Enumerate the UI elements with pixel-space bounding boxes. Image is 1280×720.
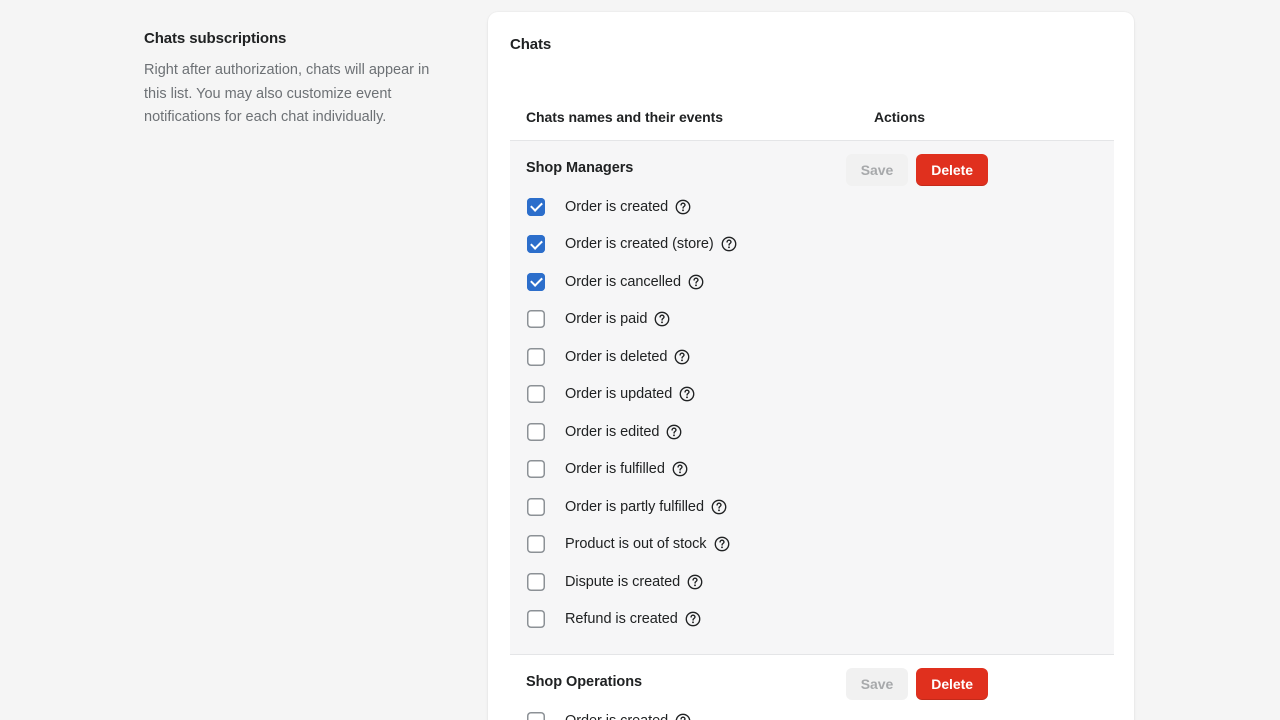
chats-card: Chats Chats names and their events Actio… <box>488 12 1134 720</box>
event-label: Order is created <box>565 713 668 720</box>
column-header-actions: Actions <box>874 109 925 125</box>
card-title: Chats <box>510 36 552 53</box>
event-label: Product is out of stock <box>565 536 707 553</box>
event-row: Refund is created <box>526 601 1098 639</box>
section-description: Right after authorization, chats will ap… <box>144 62 430 125</box>
event-label: Order is created <box>565 198 669 215</box>
event-label: Order is created (store) <box>565 236 714 253</box>
event-row: Order is created <box>526 702 1098 720</box>
event-checkbox[interactable] <box>527 272 545 291</box>
question-mark-circle-icon[interactable] <box>672 461 688 477</box>
event-checkbox[interactable] <box>527 310 545 329</box>
question-mark-circle-icon[interactable] <box>675 713 691 720</box>
event-row: Order is paid <box>526 301 1098 339</box>
question-mark-circle-icon[interactable] <box>721 236 737 252</box>
event-label: Order is cancelled <box>565 273 681 290</box>
event-checkbox[interactable] <box>527 497 545 516</box>
question-mark-circle-icon[interactable] <box>687 574 703 590</box>
event-list: Order is created Order is created (store)… <box>526 188 1098 638</box>
table-header-row: Chats names and their events Actions <box>510 94 1114 140</box>
event-row: Order is created <box>526 188 1098 226</box>
event-checkbox[interactable] <box>527 460 545 479</box>
delete-button[interactable]: Delete <box>916 668 988 700</box>
event-label: Order is paid <box>565 311 648 328</box>
section-title: Chats subscriptions <box>144 30 287 47</box>
event-label: Order is deleted <box>565 348 668 365</box>
event-checkbox[interactable] <box>527 610 545 629</box>
chat-group-actions: Save Delete <box>845 668 988 700</box>
event-row: Order is deleted <box>526 338 1098 376</box>
question-mark-circle-icon[interactable] <box>711 499 727 515</box>
chat-group-list: Shop Managers Save Delete Order is created O… <box>510 140 1114 720</box>
chat-group-name: Shop Operations <box>526 674 643 690</box>
save-button[interactable]: Save <box>845 668 909 700</box>
chat-group-header: Shop Operations Save Delete <box>526 668 1098 700</box>
event-checkbox[interactable] <box>527 422 545 441</box>
event-checkbox[interactable] <box>527 711 545 720</box>
settings-page: Chats subscriptions Right after authoriz… <box>0 0 1280 720</box>
event-row: Order is edited <box>526 413 1098 451</box>
event-row: Order is cancelled <box>526 263 1098 301</box>
question-mark-circle-icon[interactable] <box>666 424 682 440</box>
event-row: Dispute is created <box>526 563 1098 601</box>
event-checkbox[interactable] <box>527 535 545 554</box>
chats-table: Chats names and their events Actions Sho… <box>510 94 1114 720</box>
question-mark-circle-icon[interactable] <box>688 274 704 290</box>
event-row: Product is out of stock <box>526 526 1098 564</box>
save-button[interactable]: Save <box>845 154 909 186</box>
question-mark-circle-icon[interactable] <box>685 611 701 627</box>
event-list: Order is created <box>526 702 1098 720</box>
question-mark-circle-icon[interactable] <box>714 536 730 552</box>
event-label: Order is fulfilled <box>565 461 665 478</box>
chat-group-name: Shop Managers <box>526 160 634 176</box>
question-mark-circle-icon[interactable] <box>679 386 695 402</box>
chat-group-actions: Save Delete <box>845 154 988 186</box>
event-label: Refund is created <box>565 611 678 628</box>
column-header-events: Chats names and their events <box>526 109 723 125</box>
event-label: Order is edited <box>565 423 660 440</box>
event-row: Order is partly fulfilled <box>526 488 1098 526</box>
chat-group-header: Shop Managers Save Delete <box>526 154 1098 186</box>
event-row: Order is fulfilled <box>526 451 1098 489</box>
event-label: Order is updated <box>565 386 673 403</box>
event-checkbox[interactable] <box>527 197 545 216</box>
event-row: Order is updated <box>526 376 1098 414</box>
event-row: Order is created (store) <box>526 226 1098 264</box>
event-label: Dispute is created <box>565 573 681 590</box>
event-checkbox[interactable] <box>527 572 545 591</box>
event-checkbox[interactable] <box>527 347 545 366</box>
chat-group: Shop Operations SaveDelete Order is create… <box>510 654 1114 720</box>
event-checkbox[interactable] <box>527 235 545 254</box>
chats-subscriptions-description: Chats subscriptions Right after authoriz… <box>144 29 454 130</box>
delete-button[interactable]: Delete <box>916 154 988 186</box>
event-label: Order is partly fulfilled <box>565 498 704 515</box>
event-checkbox[interactable] <box>527 385 545 404</box>
chat-group: Shop Managers Save Delete Order is created O… <box>510 140 1114 654</box>
question-mark-circle-icon[interactable] <box>674 349 690 365</box>
question-mark-circle-icon[interactable] <box>654 311 670 327</box>
question-mark-circle-icon[interactable] <box>675 199 691 215</box>
